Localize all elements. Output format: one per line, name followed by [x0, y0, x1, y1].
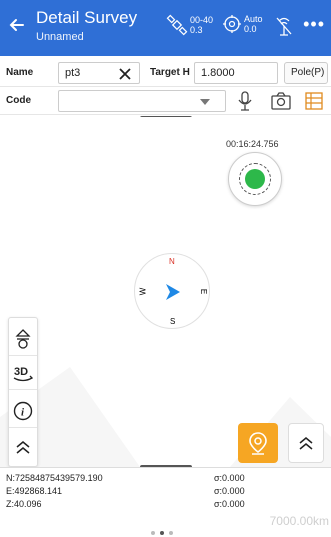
location-pin-icon: [249, 432, 267, 455]
differential-status[interactable]: Auto 0.0: [222, 14, 263, 34]
easting-sigma: σ:0.000: [214, 486, 245, 496]
project-name: Unnamed: [36, 31, 84, 43]
satellite-precision: 0.3: [190, 25, 203, 35]
microphone-icon[interactable]: [236, 90, 254, 112]
back-arrow-icon[interactable]: [6, 14, 28, 36]
gps-accuracy-ring: [239, 163, 271, 195]
satellite-count: 00-40: [190, 15, 214, 25]
northing-value: N:72584875439579.190: [6, 473, 103, 483]
compass-south-label: S: [170, 317, 176, 326]
app-header: Detail Survey Unnamed 00-40 0.3 Auto 0.0…: [0, 0, 331, 56]
diff-age: 0.0: [244, 24, 257, 34]
target-height-input[interactable]: 1.8000: [194, 62, 278, 84]
satellite-icon: [166, 14, 188, 36]
layer-tool[interactable]: [9, 322, 37, 356]
elevation-value: Z:40.096: [6, 499, 42, 509]
map-tool-panel: 3D i: [8, 317, 38, 467]
attribute-table-icon[interactable]: [305, 92, 323, 110]
expand-panel-button[interactable]: [288, 423, 324, 463]
map-scale: 7000.00km: [269, 514, 329, 528]
svg-text:3D: 3D: [14, 366, 28, 378]
layer-stack-icon: [15, 328, 31, 349]
double-chevron-up-icon: [16, 441, 30, 454]
page-dot[interactable]: [169, 531, 173, 535]
target-crosshair-icon: [223, 15, 241, 33]
name-label: Name: [6, 67, 34, 78]
info-tool[interactable]: i: [9, 394, 37, 428]
compass-east-label: E: [199, 288, 209, 295]
gps-fixed-dot: [245, 169, 265, 189]
page-title: Detail Survey: [36, 8, 138, 27]
code-label: Code: [6, 95, 31, 106]
compass[interactable]: N S W E: [134, 253, 210, 329]
collect-point-button[interactable]: [238, 423, 278, 463]
easting-value: E:492868.141: [6, 486, 63, 496]
satellite-status[interactable]: 00-40 0.3: [166, 14, 213, 36]
compass-north-label: N: [169, 257, 175, 266]
clear-icon[interactable]: [118, 67, 132, 81]
diff-mode: Auto: [244, 14, 263, 24]
northing-sigma: σ:0.000: [214, 473, 245, 483]
map-view[interactable]: 00:16:24.756 N S W E 3D i: [0, 117, 331, 467]
target-height-label: Target H: [150, 67, 190, 78]
camera-icon[interactable]: [271, 92, 291, 110]
code-row: Code: [0, 87, 331, 115]
page-dot[interactable]: [151, 531, 155, 535]
svg-text:i: i: [21, 406, 25, 418]
3d-rotate-icon: 3D: [13, 366, 34, 381]
elevation-sigma: σ:0.000: [214, 499, 245, 509]
coordinate-panel: N:72584875439579.190 E:492868.141 Z:40.0…: [0, 467, 331, 537]
session-timer: 00:16:24.756: [226, 139, 279, 149]
page-dot-active[interactable]: [160, 531, 164, 535]
name-row: Name pt3 Target H 1.8000 Pole(P): [0, 59, 331, 87]
pole-button[interactable]: Pole(P): [284, 62, 328, 84]
page-indicator: [151, 531, 173, 535]
compass-west-label: W: [138, 287, 148, 296]
3d-view-tool[interactable]: 3D: [9, 356, 37, 390]
more-menu-button[interactable]: •••: [303, 14, 325, 35]
dropdown-arrow-icon[interactable]: [200, 99, 210, 105]
heading-arrow-icon: [166, 284, 180, 300]
double-chevron-up-icon: [299, 437, 313, 450]
gps-fix-indicator[interactable]: [228, 152, 282, 206]
info-icon: i: [13, 401, 33, 420]
no-signal-icon[interactable]: [274, 15, 294, 37]
collapse-tools-button[interactable]: [9, 430, 37, 464]
